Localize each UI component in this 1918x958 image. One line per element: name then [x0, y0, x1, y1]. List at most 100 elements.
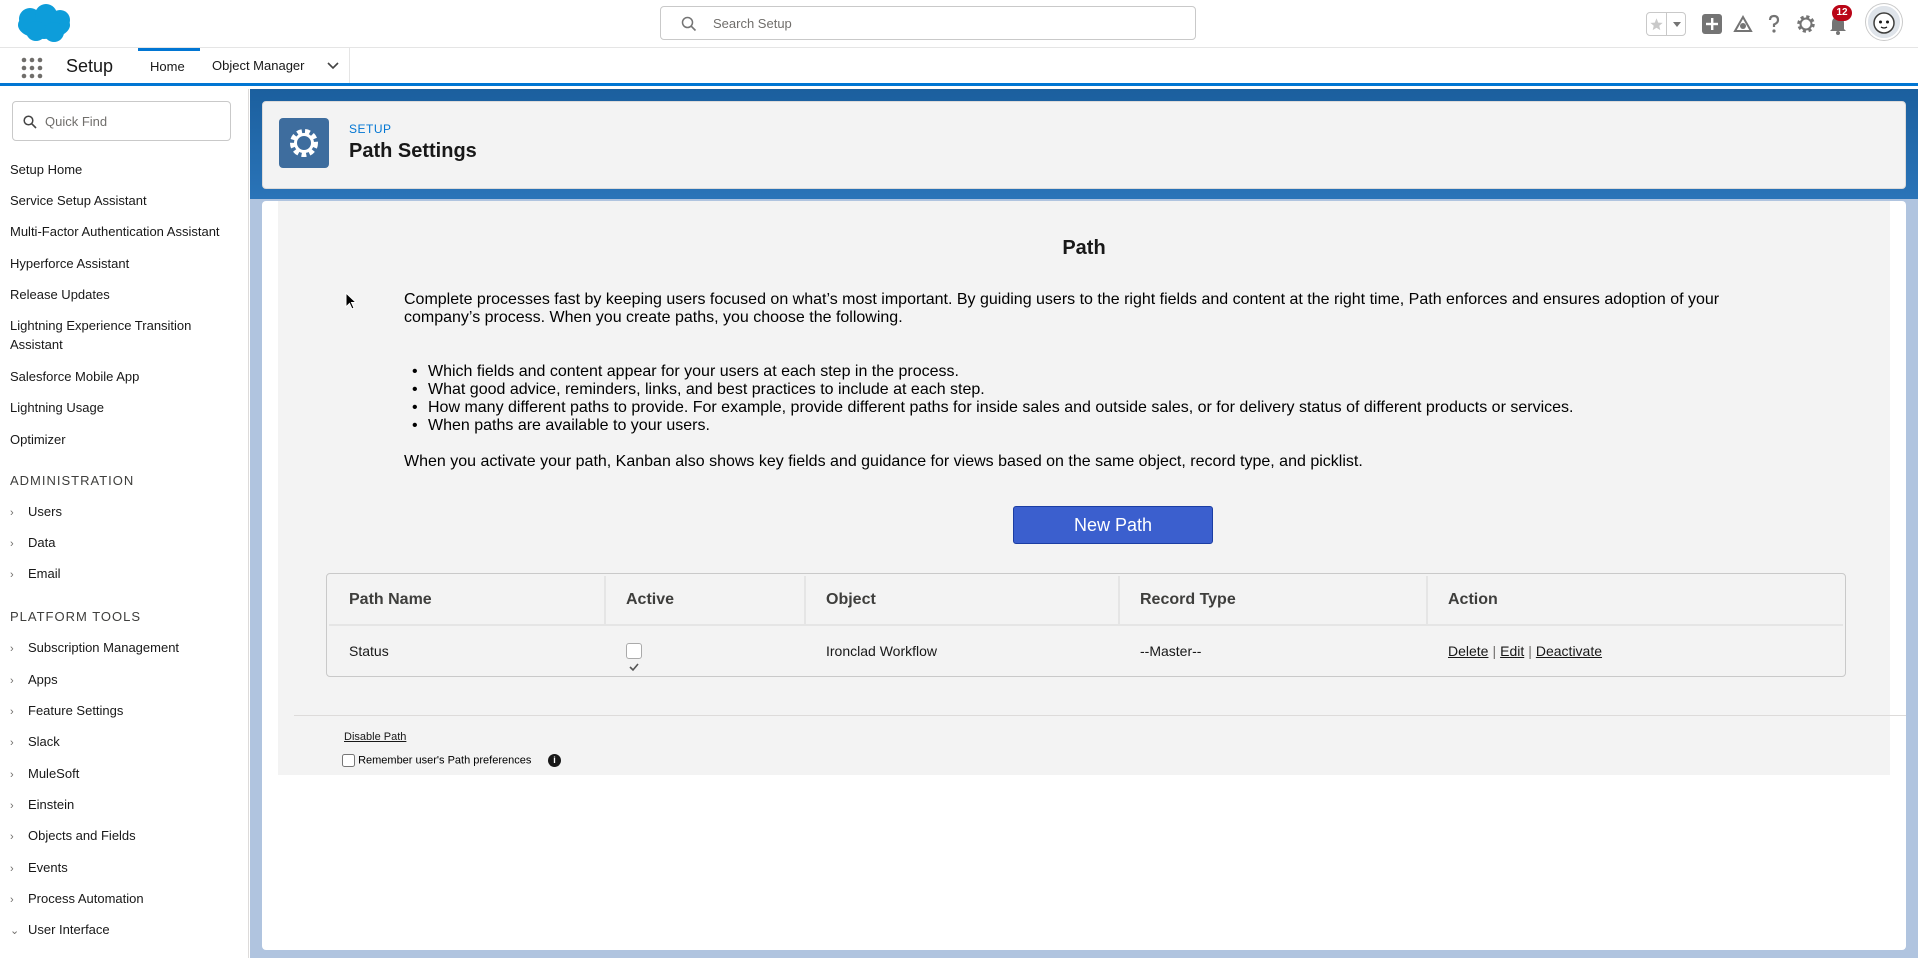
sidebar-item-objects-and-fields[interactable]: › Objects and Fields	[10, 828, 136, 843]
sidebar-item-hyperforce-assistant[interactable]: Hyperforce Assistant	[10, 254, 240, 273]
sidebar-item-email[interactable]: › Email	[10, 566, 61, 581]
sidebar-item-label: Data	[28, 535, 56, 550]
chevron-right-icon: ›	[10, 706, 14, 718]
new-path-button[interactable]: New Path	[1013, 506, 1213, 544]
deactivate-link[interactable]: Deactivate	[1536, 643, 1602, 659]
sidebar-item-events[interactable]: › Events	[10, 860, 68, 875]
sidebar-item-label: MuleSoft	[28, 766, 80, 781]
sidebar-item-lex-transition-assistant[interactable]: Lightning Experience Transition Assistan…	[10, 316, 220, 354]
sidebar-item-label: Users	[28, 504, 62, 519]
cell-active	[606, 626, 806, 676]
sidebar-item-release-updates[interactable]: Release Updates	[10, 285, 240, 304]
active-checkbox	[626, 643, 642, 672]
path-panel: Path Complete processes fast by keeping …	[278, 201, 1906, 775]
trailhead-icon[interactable]	[1731, 12, 1755, 36]
notification-badge: 12	[1832, 5, 1852, 21]
sidebar-item-label: Objects and Fields	[28, 828, 136, 843]
main-area: SETUP Path Settings Path Complete proces…	[250, 89, 1918, 958]
info-icon[interactable]: i	[548, 754, 561, 767]
search-input[interactable]	[713, 13, 1173, 33]
tab-home-label: Home	[150, 59, 185, 74]
sidebar-item-label: Subscription Management	[28, 640, 180, 655]
tab-home[interactable]: Home	[138, 48, 200, 83]
path-heading: Path	[1062, 237, 1106, 259]
sidebar-section-administration: ADMINISTRATION	[10, 473, 135, 488]
user-avatar[interactable]	[1866, 4, 1902, 40]
separator: |	[1492, 643, 1497, 659]
sidebar-item-service-setup-assistant[interactable]: Service Setup Assistant	[10, 191, 240, 210]
quick-find[interactable]	[12, 101, 231, 141]
global-header: 12	[0, 0, 1918, 48]
global-search[interactable]	[660, 6, 1196, 40]
sidebar-item-label: Slack	[28, 734, 60, 749]
sidebar-item-salesforce-mobile-app[interactable]: Salesforce Mobile App	[10, 367, 240, 386]
quick-find-input[interactable]	[45, 112, 225, 130]
gear-icon[interactable]	[1794, 12, 1818, 36]
sidebar-item-mulesoft[interactable]: › MuleSoft	[10, 766, 79, 781]
add-icon[interactable]	[1700, 12, 1724, 36]
list-item: When paths are available to your users.	[412, 417, 1808, 435]
salesforce-cloud-logo[interactable]	[14, 3, 74, 45]
tab-object-manager[interactable]: Object Manager	[200, 48, 350, 83]
sidebar-item-setup-home[interactable]: Setup Home	[10, 160, 240, 179]
sidebar-item-feature-settings[interactable]: › Feature Settings	[10, 703, 123, 718]
divider	[294, 715, 1906, 716]
cell-record-type: --Master--	[1140, 643, 1202, 659]
sidebar-item-mfa-assistant[interactable]: Multi-Factor Authentication Assistant	[10, 222, 240, 241]
chevron-right-icon: ›	[10, 675, 14, 687]
context-bar: Setup Home Object Manager	[0, 48, 1918, 86]
sidebar-item-users[interactable]: › Users	[10, 504, 62, 519]
sidebar-item-user-interface[interactable]: ⌄ User Interface	[10, 922, 110, 937]
path-bullets: Which fields and content appear for your…	[412, 363, 1808, 435]
list-item: How many different paths to provide. For…	[412, 399, 1808, 417]
page-title: Path Settings	[349, 140, 477, 162]
chevron-right-icon: ›	[10, 863, 14, 875]
path-intro: Complete processes fast by keeping users…	[404, 291, 1720, 326]
remember-preferences-label: Remember user's Path preferences	[358, 754, 532, 767]
tab-object-manager-label: Object Manager	[212, 58, 305, 73]
remember-preferences-checkbox[interactable]	[342, 754, 355, 767]
col-path-name: Path Name	[329, 576, 606, 626]
mouse-cursor-icon	[345, 292, 357, 310]
sidebar-item-data[interactable]: › Data	[10, 535, 55, 550]
page-header: SETUP Path Settings	[262, 101, 1906, 189]
app-name: Setup	[66, 56, 114, 76]
sidebar-item-label: Events	[28, 860, 68, 875]
sidebar-item-label: Apps	[28, 672, 58, 687]
sidebar-section-platform-tools: PLATFORM TOOLS	[10, 609, 142, 624]
chevron-down-icon[interactable]	[327, 61, 339, 71]
sidebar-item-lightning-usage[interactable]: Lightning Usage	[10, 398, 240, 417]
sidebar-item-process-automation[interactable]: › Process Automation	[10, 891, 144, 906]
disable-path-link[interactable]: Disable Path	[344, 731, 406, 743]
sidebar-item-einstein[interactable]: › Einstein	[10, 797, 74, 812]
sidebar-item-slack[interactable]: › Slack	[10, 734, 60, 749]
astro-avatar-icon	[1868, 6, 1900, 38]
cell-path-name: Status	[349, 643, 389, 659]
chevron-right-icon: ›	[10, 800, 14, 812]
cell-actions: Delete | Edit | Deactivate	[1428, 626, 1843, 676]
sidebar-item-apps[interactable]: › Apps	[10, 672, 58, 687]
star-icon[interactable]	[1647, 13, 1667, 35]
chevron-down-icon[interactable]	[1668, 13, 1686, 35]
edit-link[interactable]: Edit	[1500, 643, 1524, 659]
col-record-type: Record Type	[1120, 576, 1428, 626]
favorites-group[interactable]	[1646, 12, 1686, 36]
help-icon[interactable]	[1762, 12, 1786, 36]
sidebar-item-subscription-management[interactable]: › Subscription Management	[10, 640, 179, 655]
sidebar-item-label: Einstein	[28, 797, 75, 812]
sidebar-item-label: Process Automation	[28, 891, 144, 906]
content-card: Path Complete processes fast by keeping …	[262, 201, 1906, 950]
checkmark-icon	[629, 663, 639, 672]
chevron-right-icon: ›	[10, 894, 14, 906]
col-object: Object	[806, 576, 1120, 626]
chevron-right-icon: ›	[10, 538, 14, 550]
remember-preferences[interactable]: Remember user's Path preferences	[342, 754, 531, 767]
chevron-right-icon: ›	[10, 737, 14, 749]
page-overline: SETUP	[349, 122, 392, 136]
app-launcher-icon[interactable]	[21, 57, 43, 79]
setup-sidebar: Setup Home Service Setup Assistant Multi…	[0, 89, 249, 958]
search-icon	[681, 16, 697, 32]
sidebar-item-optimizer[interactable]: Optimizer	[10, 430, 240, 449]
chevron-right-icon: ›	[10, 769, 14, 781]
delete-link[interactable]: Delete	[1448, 643, 1488, 659]
